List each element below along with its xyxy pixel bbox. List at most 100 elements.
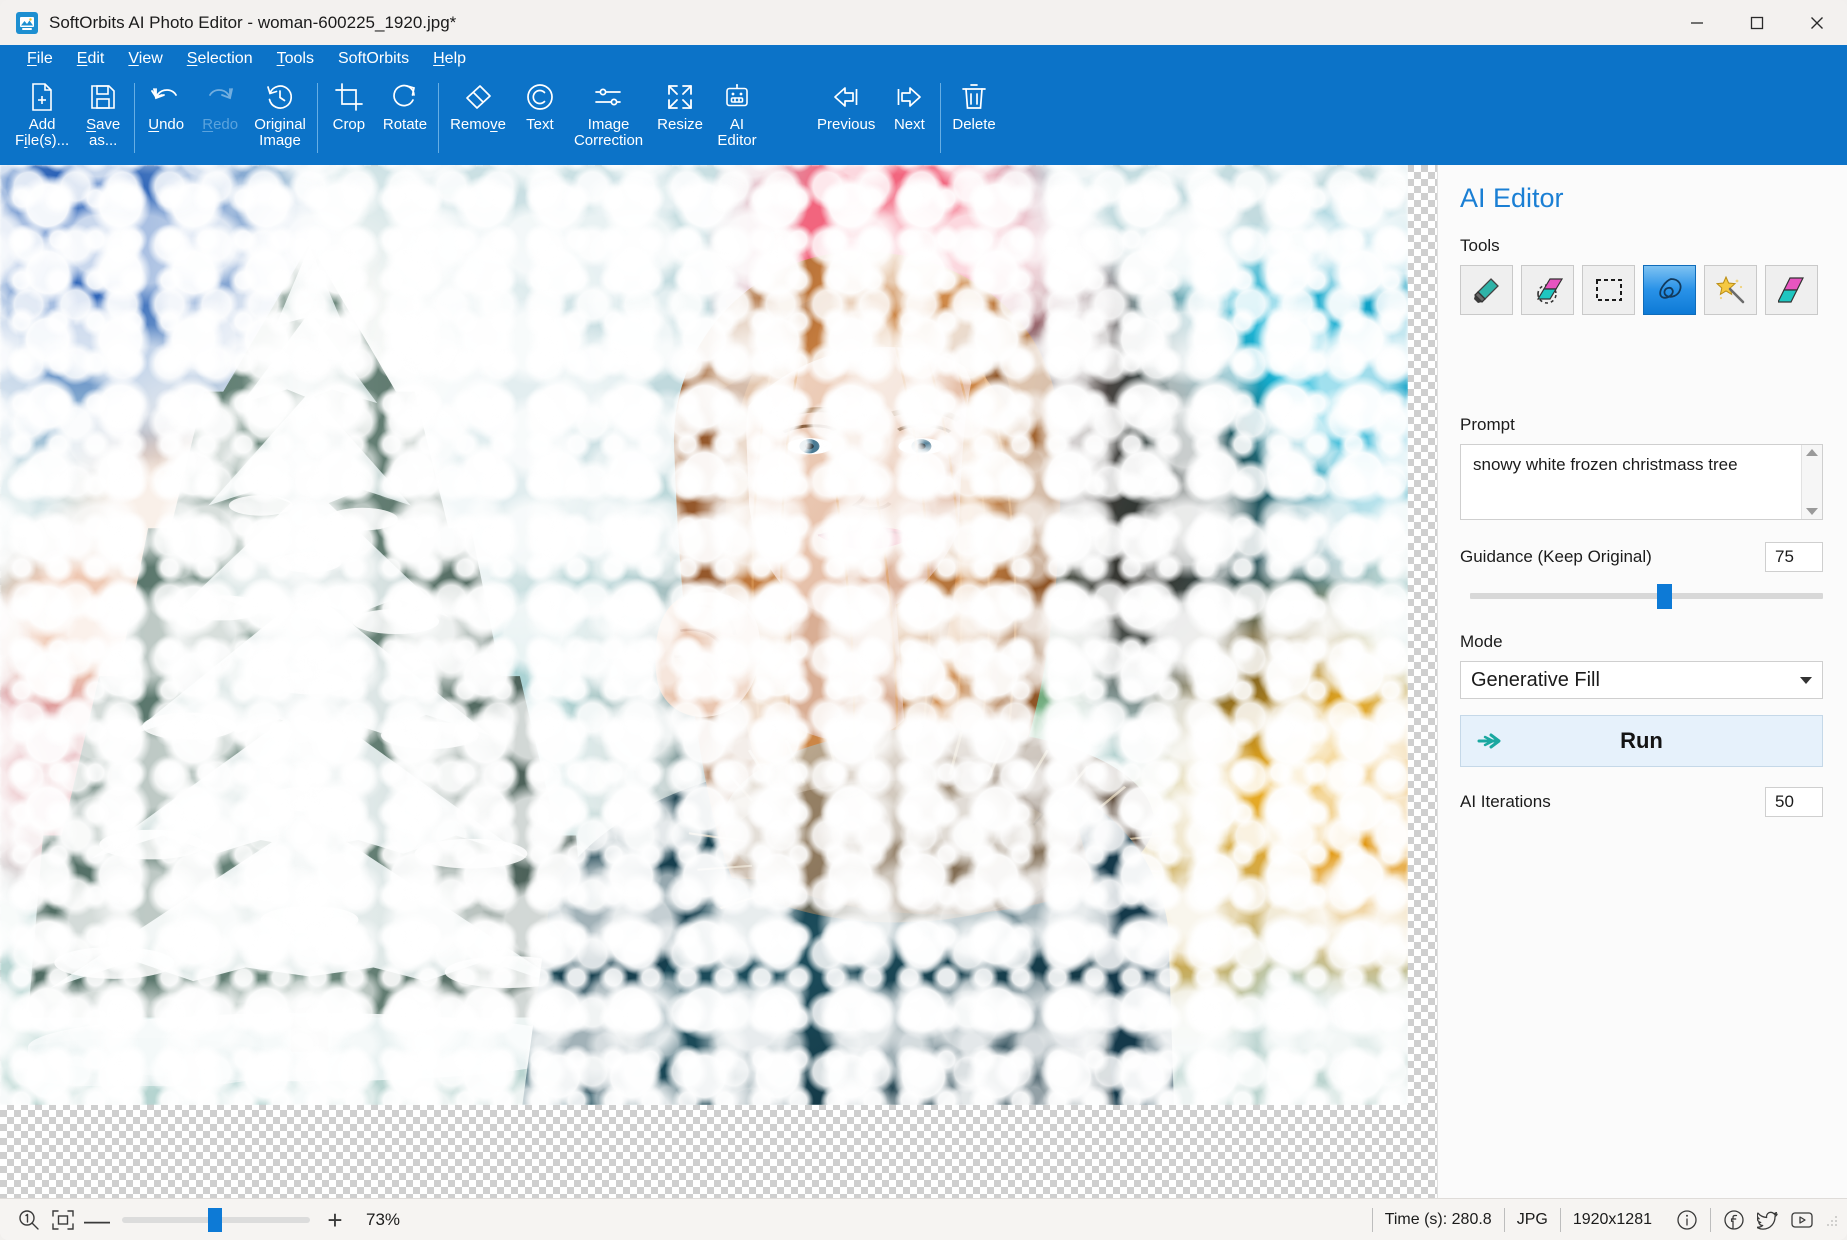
info-icon[interactable] — [1672, 1209, 1702, 1231]
prompt-scrollbar[interactable] — [1801, 445, 1822, 519]
image-canvas[interactable] — [0, 165, 1437, 1198]
toolbar-previous-label: Previous — [817, 117, 875, 133]
mode-selected-value: Generative Fill — [1471, 669, 1600, 692]
panel-title: AI Editor — [1460, 183, 1823, 214]
prompt-input[interactable]: snowy white frozen christmass tree — [1460, 444, 1823, 520]
close-button[interactable] — [1787, 0, 1847, 45]
window-controls — [1667, 0, 1847, 45]
status-bar: — + 73% Time (s): 280.8 JPG 1920x1281 — [0, 1198, 1847, 1240]
prompt-label: Prompt — [1460, 415, 1823, 435]
toolbar-crop-label: Crop — [333, 117, 366, 133]
tools-label: Tools — [1460, 236, 1823, 256]
sliders-icon — [594, 81, 624, 113]
zoom-out-button[interactable]: — — [80, 1207, 114, 1233]
toolbar-separator — [438, 83, 439, 153]
toolbar-rotate-label: Rotate — [383, 117, 427, 133]
guidance-row: Guidance (Keep Original) 75 — [1460, 542, 1823, 572]
fit-to-window-icon[interactable] — [46, 1210, 80, 1230]
crop-icon — [335, 81, 363, 113]
prompt-value[interactable]: snowy white frozen christmass tree — [1461, 445, 1822, 485]
status-social-links — [1664, 1208, 1817, 1232]
robot-icon — [723, 81, 751, 113]
brush-tool[interactable] — [1460, 265, 1513, 315]
maximize-button[interactable] — [1727, 0, 1787, 45]
mode-select[interactable]: Generative Fill — [1460, 661, 1823, 699]
guidance-slider[interactable] — [1470, 582, 1823, 610]
minimize-button[interactable] — [1667, 0, 1727, 45]
menu-softorbits[interactable]: SoftOrbits — [326, 49, 421, 69]
toolbar-delete-label: Delete — [952, 117, 995, 133]
toolbar-original-image[interactable]: OriginalImage — [247, 73, 313, 165]
undo-icon — [151, 81, 181, 113]
zoom-in-button[interactable]: + — [318, 1207, 352, 1233]
menu-tools[interactable]: Tools — [265, 49, 326, 69]
toolbar-image-correction-label: ImageCorrection — [574, 117, 643, 149]
toolbar-remove[interactable]: Remove — [443, 73, 513, 165]
menu-view[interactable]: View — [116, 49, 174, 69]
run-button[interactable]: Run — [1460, 715, 1823, 767]
menu-selection[interactable]: Selection — [175, 49, 265, 69]
eraser-icon — [463, 81, 493, 113]
status-right-group: Time (s): 280.8 JPG 1920x1281 — [1372, 1199, 1839, 1240]
scroll-up-icon[interactable] — [1806, 449, 1818, 456]
status-dimensions: 1920x1281 — [1560, 1208, 1664, 1232]
arrow-right-icon — [894, 81, 924, 113]
toolbar-text-label: Text — [526, 117, 554, 133]
toolbar-resize[interactable]: Resize — [650, 73, 710, 165]
toolbar-separator — [134, 83, 135, 153]
youtube-icon[interactable] — [1787, 1210, 1817, 1230]
toolbar-delete[interactable]: Delete — [945, 73, 1002, 165]
window-resize-grip[interactable] — [1823, 1212, 1839, 1228]
iterations-value-field[interactable]: 50 — [1765, 787, 1823, 817]
toolbar-next-label: Next — [894, 117, 925, 133]
woman-portrait — [465, 193, 1211, 1105]
toolbar-resize-label: Resize — [657, 117, 703, 133]
twitter-icon[interactable] — [1753, 1209, 1783, 1231]
zoom-slider[interactable] — [122, 1207, 310, 1233]
menu-file[interactable]: File — [15, 49, 65, 69]
magic-wand-tool[interactable] — [1704, 265, 1757, 315]
toolbar-undo[interactable]: Undo — [139, 73, 193, 165]
status-format: JPG — [1504, 1208, 1560, 1232]
toolbar-next[interactable]: Next — [882, 73, 936, 165]
guidance-slider-thumb[interactable] — [1657, 584, 1672, 609]
iterations-row: AI Iterations 50 — [1460, 787, 1823, 817]
guidance-value-field[interactable]: 75 — [1765, 542, 1823, 572]
toolbar-redo[interactable]: Redo — [193, 73, 247, 165]
toolbar-add-files-label: AddFile(s)... — [15, 117, 69, 149]
toolbar-image-correction[interactable]: ImageCorrection — [567, 73, 650, 165]
run-arrow-icon — [1477, 732, 1507, 750]
status-divider — [1710, 1208, 1711, 1232]
toolbar-rotate[interactable]: Rotate — [376, 73, 434, 165]
expand-icon — [666, 81, 694, 113]
redo-icon — [205, 81, 235, 113]
zoom-slider-thumb[interactable] — [208, 1208, 222, 1232]
toolbar-save-as[interactable]: Saveas... — [76, 73, 130, 165]
menu-help[interactable]: Help — [421, 49, 478, 69]
scroll-down-icon[interactable] — [1806, 508, 1818, 515]
iterations-label: AI Iterations — [1460, 792, 1551, 812]
guidance-slider-track — [1470, 593, 1823, 599]
fill-color-tool[interactable] — [1765, 265, 1818, 315]
chevron-down-icon[interactable] — [1800, 677, 1812, 684]
zoom-actual-size-icon[interactable] — [12, 1209, 46, 1231]
toolbar-text[interactable]: Text — [513, 73, 567, 165]
facebook-icon[interactable] — [1719, 1209, 1749, 1231]
lasso-select-tool[interactable] — [1643, 265, 1696, 315]
toolbar-ai-editor-label: AIEditor — [717, 117, 756, 149]
toolbar-crop[interactable]: Crop — [322, 73, 376, 165]
guidance-label: Guidance (Keep Original) — [1460, 547, 1652, 567]
rectangle-select-tool[interactable] — [1582, 265, 1635, 315]
toolbar-gap — [764, 73, 810, 165]
toolbar-previous[interactable]: Previous — [810, 73, 882, 165]
toolbar-undo-label: Undo — [148, 117, 184, 133]
edited-photo[interactable] — [0, 165, 1408, 1105]
toolbar-ai-editor[interactable]: AIEditor — [710, 73, 764, 165]
application-window: SoftOrbits AI Photo Editor - woman-60022… — [0, 0, 1847, 1240]
copyright-icon — [526, 81, 554, 113]
toolbar-add-files[interactable]: AddFile(s)... — [8, 73, 76, 165]
rotate-icon — [391, 81, 419, 113]
erase-selection-tool[interactable] — [1521, 265, 1574, 315]
menu-edit[interactable]: Edit — [65, 49, 117, 69]
app-logo-icon — [16, 12, 38, 34]
